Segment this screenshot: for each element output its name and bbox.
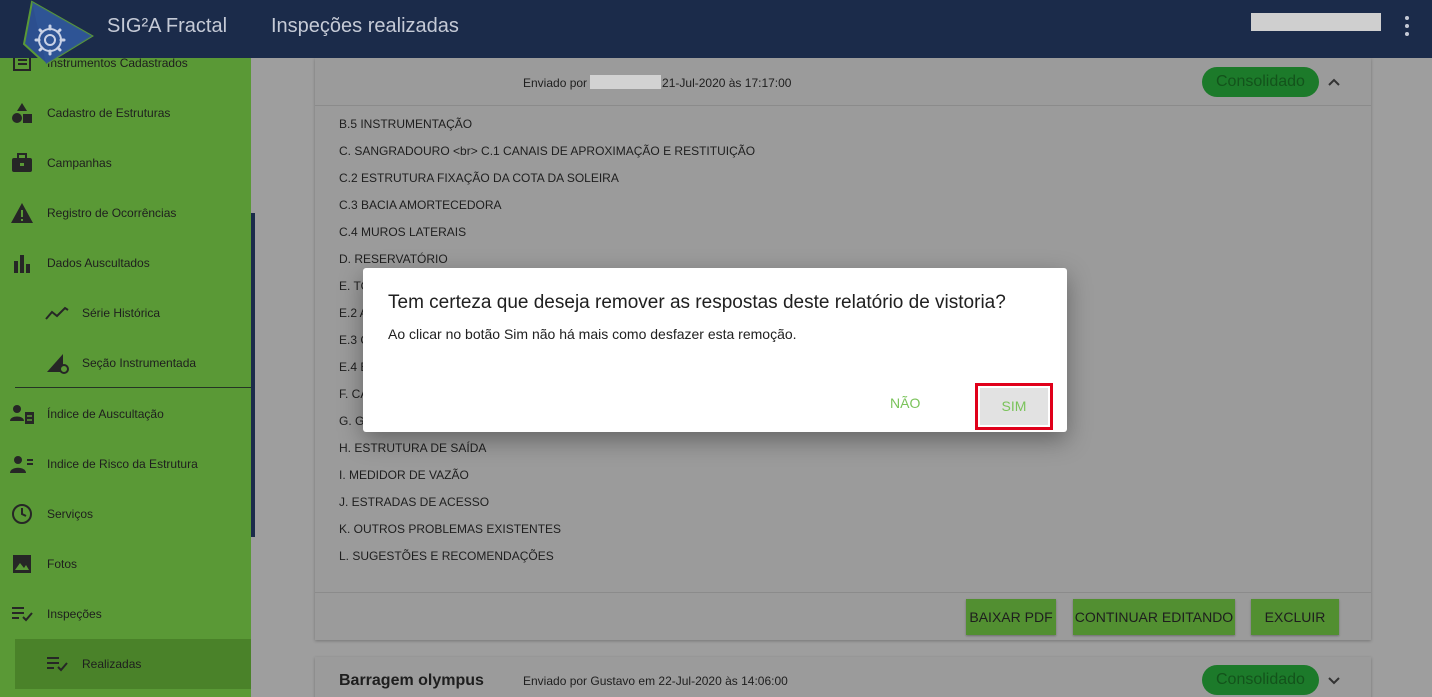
sent-by-text: Enviado por Gustavo em 22-Jul-2020 às 14… [523, 674, 788, 688]
yes-button[interactable]: SIM [980, 388, 1048, 425]
sidebar-item-label: Série Histórica [82, 306, 161, 320]
sidebar: Instrumentos Cadastrados Cadastro de Est… [0, 58, 251, 697]
sidebar-item-label: Índice de Auscultação [47, 407, 164, 421]
sidebar-item-indice-risco[interactable]: Indice de Risco da Estrutura [0, 439, 251, 489]
bar-chart-icon [10, 251, 34, 275]
sidebar-item-label: Realizadas [82, 657, 142, 671]
sent-by-text: Enviado por 21-Jul-2020 às 17:17:00 [523, 75, 791, 90]
sent-date: 21-Jul-2020 às 17:17:00 [662, 76, 792, 90]
sidebar-item-label: Serviços [47, 507, 94, 521]
clock-icon [10, 502, 34, 526]
delete-button[interactable]: EXCLUIR [1251, 599, 1339, 635]
sent-by-prefix: Enviado por [523, 76, 588, 90]
warning-icon [10, 201, 34, 225]
checklist-icon [45, 652, 69, 676]
list-item: C.2 ESTRUTURA FIXAÇÃO DA COTA DA SOLEIRA [339, 171, 619, 185]
sidebar-scrollbar[interactable] [251, 213, 255, 537]
sidebar-divider [15, 387, 251, 388]
checklist-icon [10, 602, 34, 626]
dialog-message: Ao clicar no botão Sim não há mais como … [388, 326, 797, 342]
list-item: H. ESTRUTURA DE SAÍDA [339, 441, 487, 455]
briefcase-icon [10, 151, 34, 175]
shapes-icon [10, 101, 34, 125]
list-item: J. ESTRADAS DE ACESSO [339, 495, 490, 509]
sidebar-item-campanhas[interactable]: Campanhas [0, 138, 251, 188]
sidebar-item-inspecoes[interactable]: Inspeções [0, 589, 251, 639]
user-name-redacted[interactable] [1251, 13, 1381, 31]
list-item: L. SUGESTÕES E RECOMENDAÇÕES [339, 549, 554, 563]
gear-triangle-logo[interactable] [18, 0, 94, 66]
yes-button-highlight: SIM [975, 383, 1053, 430]
confirm-remove-dialog: Tem certeza que deseja remover as respos… [363, 268, 1067, 432]
list-item: K. OUTROS PROBLEMAS EXISTENTES [339, 522, 562, 536]
sidebar-item-label: Cadastro de Estruturas [47, 106, 171, 120]
image-icon [10, 552, 34, 576]
list-item: I. MEDIDOR DE VAZÃO [339, 468, 469, 482]
list-item: C.3 BACIA AMORTECEDORA [339, 198, 502, 212]
slope-gear-icon [45, 351, 69, 375]
status-badge: Consolidado [1202, 67, 1319, 97]
structure-title: Barragem olympus [339, 672, 484, 689]
continue-editing-button[interactable]: CONTINUAR EDITANDO [1073, 599, 1235, 635]
sidebar-item-fotos[interactable]: Fotos [0, 539, 251, 589]
no-button[interactable]: NÃO [890, 395, 920, 411]
trend-line-icon [45, 301, 69, 325]
sidebar-item-label: Dados Auscultados [47, 256, 150, 270]
inspection-panel-collapsed[interactable]: Barragem olympus Enviado por Gustavo em … [315, 657, 1371, 697]
sidebar-item-serie-historica[interactable]: Série Histórica [0, 288, 251, 338]
list-item: C. SANGRADOURO <br> C.1 CANAIS DE APROXI… [339, 144, 756, 158]
list-item: C.4 MUROS LATERAIS [339, 225, 467, 239]
inspection-panel-header[interactable]: Enviado por 21-Jul-2020 às 17:17:00 Conso… [315, 58, 1371, 106]
download-pdf-button[interactable]: BAIXAR PDF [966, 599, 1056, 635]
sidebar-item-realizadas[interactable]: Realizadas [15, 639, 251, 689]
top-app-bar: SIG²A Fractal Inspeções realizadas [0, 0, 1432, 58]
sidebar-item-label: Fotos [47, 557, 78, 571]
page-title: Inspeções realizadas [271, 15, 459, 37]
sidebar-item-cadastro-estruturas[interactable]: Cadastro de Estruturas [0, 88, 251, 138]
sidebar-item-secao-instrumentada[interactable]: Seção Instrumentada [0, 338, 251, 388]
app-title: SIG²A Fractal [107, 15, 228, 37]
sidebar-item-indice-auscultacao[interactable]: Índice de Auscultação [0, 389, 251, 439]
sidebar-item-servicos[interactable]: Serviços [0, 489, 251, 539]
person-settings-icon [10, 452, 34, 476]
dialog-title: Tem certeza que deseja remover as respos… [388, 292, 1006, 313]
status-badge: Consolidado [1202, 665, 1319, 695]
sidebar-item-registro-ocorrencias[interactable]: Registro de Ocorrências [0, 188, 251, 238]
sidebar-item-label: Inspeções [47, 607, 102, 621]
person-list-icon [10, 402, 34, 426]
chevron-down-icon[interactable] [1326, 673, 1342, 689]
sidebar-item-dados-auscultados[interactable]: Dados Auscultados [0, 238, 251, 288]
sidebar-item-label: Campanhas [47, 156, 112, 170]
list-item: B.5 INSTRUMENTAÇÃO [339, 117, 473, 131]
chevron-up-icon[interactable] [1326, 74, 1342, 90]
sidebar-item-label: Registro de Ocorrências [47, 206, 177, 220]
sidebar-item-label: Seção Instrumentada [82, 356, 197, 370]
sender-name-redacted [590, 75, 662, 89]
kebab-menu-icon[interactable] [1398, 14, 1416, 38]
sidebar-item-label: Indice de Risco da Estrutura [47, 457, 198, 471]
